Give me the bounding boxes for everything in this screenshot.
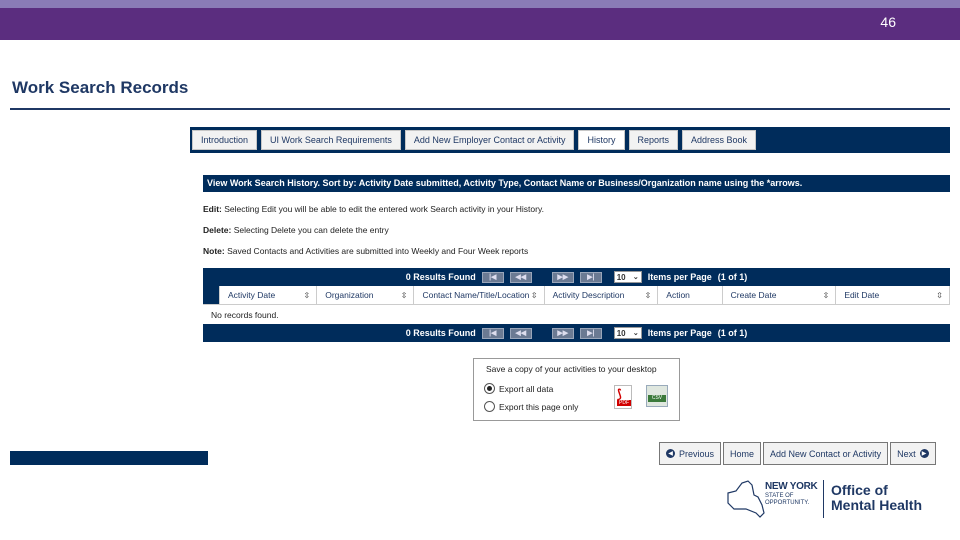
tab-bar: Introduction UI Work Search Requirements…	[190, 127, 950, 153]
items-per-page-label: Items per Page	[647, 328, 712, 338]
sort-icon[interactable]: ⇳	[304, 291, 311, 300]
history-grid: 0 Results Found |◀ ◀◀ ▶▶ ▶| 10 ⌄ Items pe…	[203, 268, 950, 342]
sort-icon[interactable]: ⇳	[401, 291, 408, 300]
column-action: Action	[658, 286, 723, 304]
page-info: (1 of 1)	[717, 272, 748, 282]
column-header-row: Activity Date ⇳ Organization ⇳ Contact Nam…	[219, 286, 950, 304]
column-activity-date[interactable]: Activity Date ⇳	[220, 286, 318, 304]
sort-icon[interactable]: ⇳	[645, 291, 652, 300]
radio-export-all[interactable]	[484, 383, 495, 394]
column-activity-description[interactable]: Activity Description ⇳	[545, 286, 659, 304]
ny-state-tagline: STATE OF OPPORTUNITY.	[765, 493, 810, 506]
csv-export-icon[interactable]: CSV	[646, 385, 668, 407]
items-per-page-value: 10	[616, 272, 626, 282]
pager-top: 0 Results Found |◀ ◀◀ ▶▶ ▶| 10 ⌄ Items pe…	[203, 268, 950, 286]
banner-strip	[0, 0, 960, 8]
radio-export-page[interactable]	[484, 401, 495, 412]
export-page-option[interactable]: Export this page only	[484, 401, 578, 412]
delete-note-label: Delete:	[203, 225, 232, 235]
omh-line2: Mental Health	[831, 497, 923, 513]
page-title: Work Search Records	[12, 78, 189, 97]
slide-number: 46	[880, 14, 896, 30]
logo-divider	[823, 480, 824, 518]
sort-icon[interactable]: ⇳	[823, 291, 830, 300]
previous-label: Previous	[679, 448, 715, 459]
first-page-button[interactable]: |◀	[481, 271, 504, 283]
csv-tag: CSV	[648, 395, 666, 402]
edit-note-text: Selecting Edit you will be able to edit …	[221, 204, 544, 214]
chevron-down-icon: ⌄	[632, 274, 639, 281]
pager-bottom: 0 Results Found |◀ ◀◀ ▶▶ ▶| 10 ⌄ Items pe…	[203, 324, 950, 342]
tab-address-book[interactable]: Address Book	[682, 130, 757, 150]
export-all-option[interactable]: Export all data	[484, 383, 553, 394]
column-label: Activity Date	[228, 290, 276, 300]
column-label: Organization	[325, 290, 374, 300]
page-info: (1 of 1)	[717, 328, 748, 338]
column-contact-name[interactable]: Contact Name/Title/Location ⇳	[414, 286, 545, 304]
submit-note: Note: Saved Contacts and Activities are …	[203, 246, 528, 256]
omh-line1: Office of	[831, 482, 888, 498]
delete-note: Delete: Selecting Delete you can delete …	[203, 225, 389, 235]
results-count: 0 Results Found	[405, 328, 476, 338]
column-label: Contact Name/Title/Location	[422, 290, 530, 300]
previous-button[interactable]: ◀ Previous	[659, 442, 722, 465]
tab-introduction[interactable]: Introduction	[192, 130, 258, 150]
first-page-button[interactable]: |◀	[481, 327, 504, 339]
no-records-row: No records found.	[203, 304, 950, 324]
column-organization[interactable]: Organization ⇳	[317, 286, 415, 304]
column-create-date[interactable]: Create Date ⇳	[723, 286, 837, 304]
chevron-down-icon: ⌄	[632, 330, 639, 337]
export-all-label: Export all data	[499, 383, 554, 394]
tab-ui-work-search-requirements[interactable]: UI Work Search Requirements	[261, 130, 401, 150]
items-per-page-select[interactable]: 10 ⌄	[613, 327, 642, 339]
acrobat-icon: ⟆	[617, 387, 622, 401]
column-label: Activity Description	[552, 290, 625, 300]
pdf-tag: PDF	[617, 400, 631, 406]
column-label: Edit Date	[844, 290, 880, 300]
submit-note-text: Saved Contacts and Activities are submit…	[224, 246, 529, 256]
items-per-page-select[interactable]: 10 ⌄	[613, 271, 642, 283]
prev-page-button[interactable]: ◀◀	[509, 271, 532, 283]
results-count: 0 Results Found	[405, 272, 476, 282]
edit-note-label: Edit:	[203, 204, 222, 214]
history-header: View Work Search History. Sort by: Activ…	[203, 175, 950, 192]
edit-note: Edit: Selecting Edit you will be able to…	[203, 204, 544, 214]
last-page-button[interactable]: ▶|	[579, 327, 602, 339]
next-arrow-icon: ▶	[919, 449, 929, 458]
delete-note-text: Selecting Delete you can delete the entr…	[231, 225, 389, 235]
tab-history[interactable]: History	[578, 130, 625, 150]
ny-state-name: NEW YORK	[765, 481, 818, 492]
next-page-button[interactable]: ▶▶	[551, 327, 574, 339]
export-panel: Save a copy of your activities to your d…	[473, 358, 680, 421]
next-page-button[interactable]: ▶▶	[551, 271, 574, 283]
nav-buttons: ◀ Previous Home Add New Contact or Activi…	[659, 442, 936, 465]
items-per-page-label: Items per Page	[647, 272, 712, 282]
previous-arrow-icon: ◀	[666, 449, 675, 458]
add-contact-button[interactable]: Add New Contact or Activity	[763, 442, 889, 465]
sort-icon[interactable]: ⇳	[936, 291, 943, 300]
last-page-button[interactable]: ▶|	[579, 271, 602, 283]
prev-page-button[interactable]: ◀◀	[509, 327, 532, 339]
sort-icon[interactable]: ⇳	[531, 291, 538, 300]
export-title: Save a copy of your activities to your d…	[486, 364, 657, 374]
footer-bar	[10, 451, 208, 465]
next-label: Next	[897, 448, 916, 459]
title-divider	[10, 108, 950, 110]
column-label: Create Date	[730, 290, 777, 300]
items-per-page-value: 10	[616, 328, 626, 338]
top-banner: 46	[0, 0, 960, 40]
column-label: Action	[666, 290, 690, 300]
column-edit-date[interactable]: Edit Date ⇳	[836, 286, 950, 304]
next-button[interactable]: Next ▶	[890, 442, 936, 465]
export-page-label: Export this page only	[499, 401, 579, 412]
home-button[interactable]: Home	[723, 442, 762, 465]
tab-add-new-employer-contact[interactable]: Add New Employer Contact or Activity	[404, 130, 575, 150]
submit-note-label: Note:	[203, 246, 225, 256]
tab-reports[interactable]: Reports	[628, 130, 679, 150]
pdf-export-icon[interactable]: ⟆ PDF	[614, 385, 632, 409]
